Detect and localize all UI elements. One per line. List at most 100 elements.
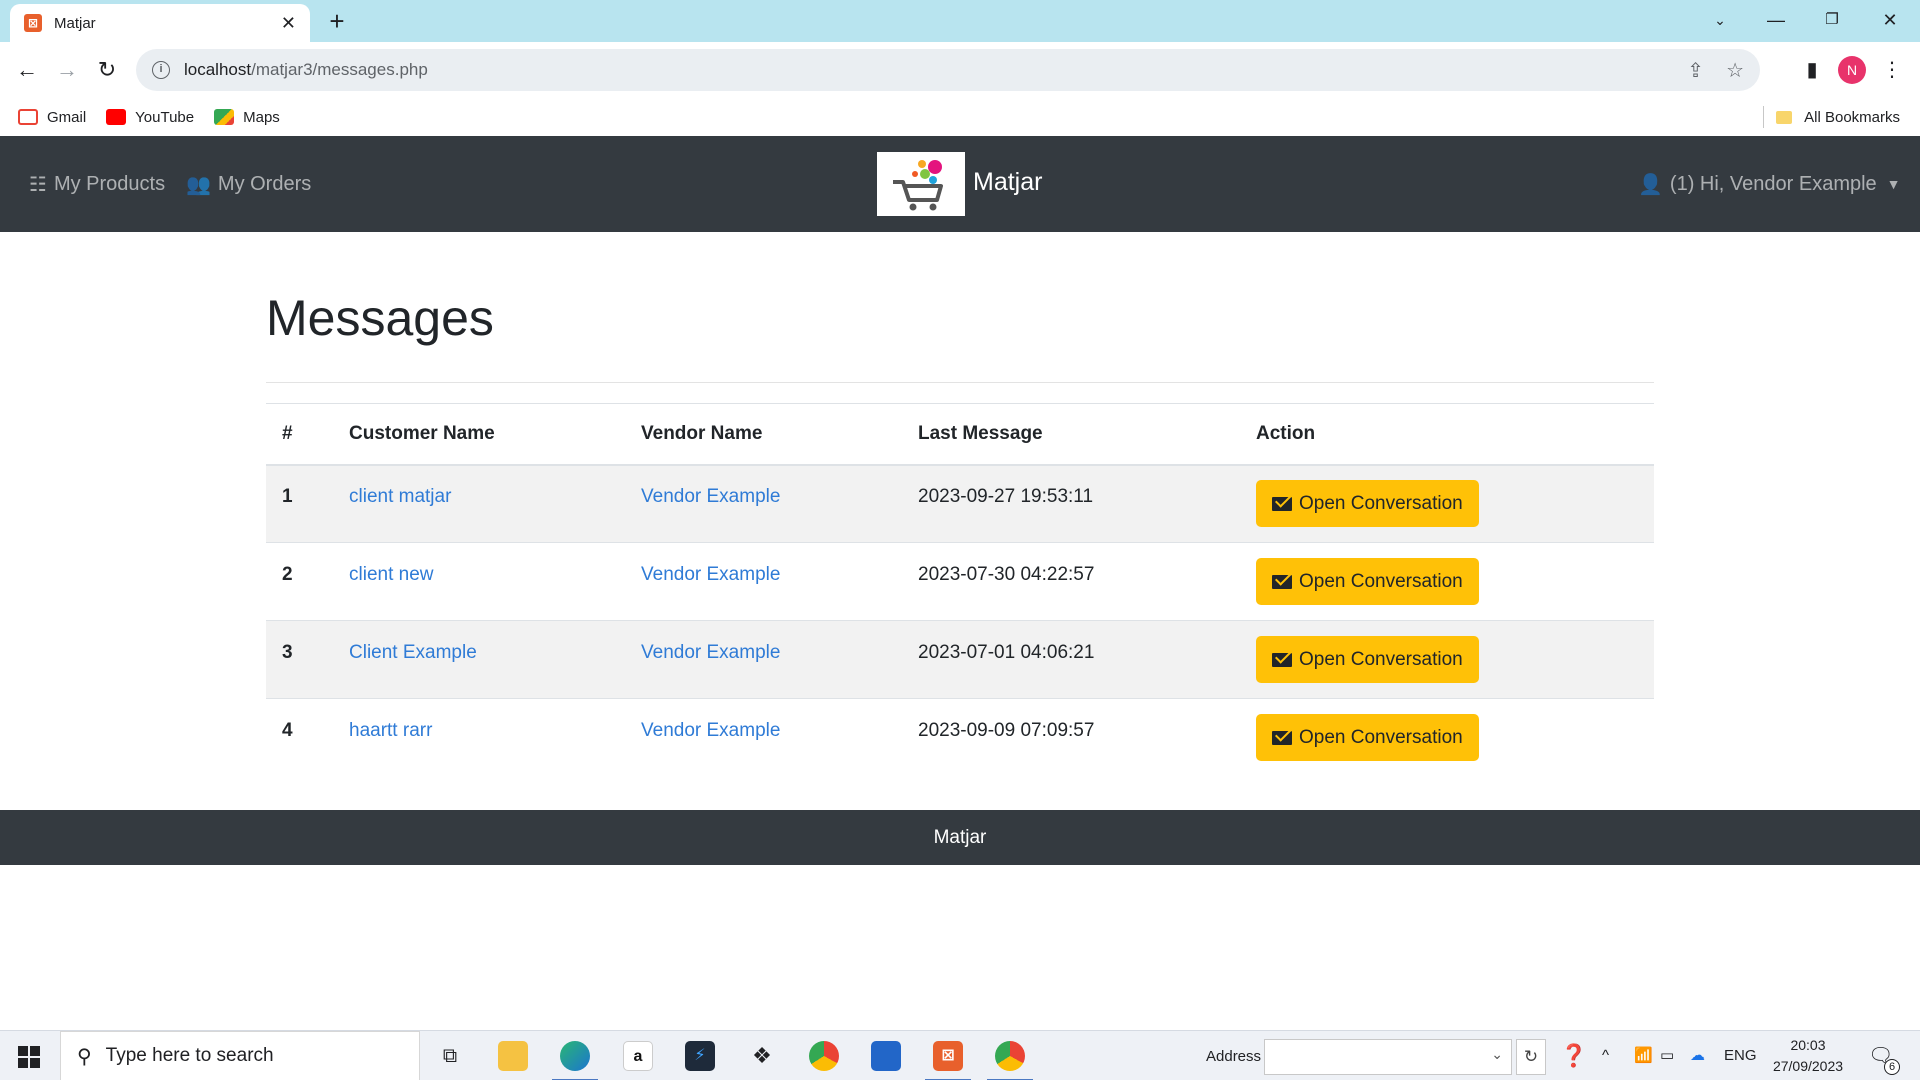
xampp-icon[interactable]: ⊠ (925, 1041, 971, 1080)
table-row: 2 client new Vendor Example 2023-07-30 0… (266, 542, 1654, 621)
messages-table: # Customer Name Vendor Name Last Message… (266, 403, 1654, 777)
powershell-icon[interactable]: ⚡ (685, 1041, 715, 1071)
help-icon[interactable]: ❓ (1560, 1031, 1587, 1080)
col-header-vendor: Vendor Name (625, 403, 902, 466)
browser-tab[interactable]: ⊠ Matjar ✕ (10, 4, 310, 42)
customer-link[interactable]: client new (349, 564, 434, 585)
gmail-icon (18, 109, 38, 125)
cart-logo-icon (877, 152, 965, 216)
vendor-link[interactable]: Vendor Example (641, 486, 780, 507)
onedrive-icon[interactable]: ☁ (1690, 1031, 1705, 1080)
row-number: 3 (282, 641, 293, 663)
nav-my-products[interactable]: ☷ My Products (29, 136, 165, 232)
dropbox-icon[interactable]: ❖ (747, 1041, 777, 1071)
tab-search-icon[interactable]: ⌄ (1692, 0, 1748, 40)
main-content: Messages # Customer Name Vendor Name Las… (266, 232, 1654, 777)
col-header-action: Action (1240, 403, 1654, 466)
nav-label: My Orders (217, 172, 312, 195)
vendor-link[interactable]: Vendor Example (641, 564, 780, 585)
last-message-time: 2023-09-27 19:53:11 (918, 485, 1094, 507)
windows-taskbar: ⚲ Type here to search ⧉ a ⚡ ❖ ⊠ Address … (0, 1030, 1920, 1080)
maps-icon (214, 109, 235, 125)
file-explorer-icon[interactable] (498, 1041, 528, 1071)
chrome-icon[interactable] (809, 1041, 839, 1071)
site-navbar: ☷ My Products 👥 My Orders Matjar 👤 (1) H… (0, 136, 1920, 232)
open-conversation-button[interactable]: Open Conversation (1256, 480, 1479, 528)
site-info-icon[interactable]: i (152, 61, 170, 79)
notification-badge: 6 (1884, 1059, 1900, 1075)
envelope-icon (1272, 730, 1292, 745)
users-icon: 👥 (186, 173, 211, 196)
row-number: 2 (282, 563, 293, 585)
table-row: 4 haartt rarr Vendor Example 2023-09-09 … (266, 698, 1654, 777)
amazon-icon[interactable]: a (623, 1041, 653, 1071)
back-icon[interactable]: ← (9, 52, 45, 88)
customer-link[interactable]: Client Example (349, 642, 477, 663)
footer-text: Matjar (933, 827, 987, 848)
wifi-icon[interactable]: 📶 (1634, 1031, 1653, 1080)
button-label: Open Conversation (1299, 570, 1463, 592)
notifications-icon[interactable]: 🗨 6 (1868, 1043, 1900, 1075)
bookmark-label: Gmail (47, 108, 87, 126)
customer-link[interactable]: client matjar (349, 486, 451, 507)
customer-link[interactable]: haartt rarr (349, 720, 432, 741)
envelope-icon (1272, 652, 1292, 667)
new-tab-button[interactable]: + (322, 6, 352, 36)
col-header-customer: Customer Name (333, 403, 625, 466)
vendor-link[interactable]: Vendor Example (641, 720, 780, 741)
col-header-number: # (266, 403, 333, 466)
windows-start-icon[interactable] (18, 1046, 40, 1068)
all-bookmarks-button[interactable]: All Bookmarks (1763, 98, 1900, 136)
show-hidden-icons-icon[interactable]: ^ (1602, 1031, 1609, 1080)
restore-icon[interactable]: ❐ (1804, 0, 1860, 40)
edge-browser-icon[interactable] (552, 1041, 598, 1080)
table-row: 3 Client Example Vendor Example 2023-07-… (266, 620, 1654, 699)
reload-icon[interactable]: ↻ (89, 52, 125, 88)
minimize-icon[interactable]: — (1748, 0, 1804, 40)
forward-icon[interactable]: → (49, 52, 85, 88)
bookmark-youtube[interactable]: YouTube (106, 109, 194, 126)
browser-toolbar: ← → ↻ i localhost/matjar3/messages.php ⇪… (0, 42, 1920, 98)
divider (1763, 106, 1765, 128)
nav-my-orders[interactable]: 👥 My Orders (186, 136, 311, 232)
menu-kebab-icon[interactable]: ⋮ (1880, 54, 1904, 86)
bookmark-star-icon[interactable]: ☆ (1726, 58, 1744, 83)
language-indicator[interactable]: ENG (1724, 1031, 1757, 1080)
chrome-profile-icon[interactable] (987, 1041, 1033, 1080)
task-view-icon[interactable]: ⧉ (435, 1041, 465, 1071)
close-tab-icon[interactable]: ✕ (281, 13, 296, 34)
youtube-icon (106, 109, 127, 125)
col-header-last-message: Last Message (902, 403, 1240, 466)
address-toolbar-input[interactable]: ⌄ (1264, 1039, 1512, 1075)
battery-icon[interactable]: ▭ (1660, 1031, 1674, 1080)
user-menu-dropdown[interactable]: 👤 (1) Hi, Vendor Example ▼ (1638, 136, 1901, 232)
store-icon[interactable] (871, 1041, 901, 1071)
bookmark-label: YouTube (135, 108, 195, 126)
open-conversation-button[interactable]: Open Conversation (1256, 636, 1479, 683)
bookmark-maps[interactable]: Maps (214, 109, 280, 126)
close-window-icon[interactable]: ✕ (1862, 0, 1918, 40)
last-message-time: 2023-07-01 04:06:21 (918, 641, 1095, 663)
side-panel-icon[interactable]: ▮ (1798, 54, 1826, 86)
xampp-favicon-icon: ⊠ (24, 14, 42, 32)
search-placeholder: Type here to search (105, 1045, 274, 1066)
taskbar-search-box[interactable]: ⚲ Type here to search (60, 1031, 420, 1080)
grid-list-icon: ☷ (29, 173, 47, 196)
chevron-down-icon[interactable]: ⌄ (1491, 1046, 1503, 1063)
brand-link[interactable]: Matjar (877, 152, 1042, 216)
share-icon[interactable]: ⇪ (1687, 58, 1704, 83)
row-number: 1 (282, 485, 293, 507)
open-conversation-button[interactable]: Open Conversation (1256, 714, 1479, 762)
url-text[interactable]: localhost/matjar3/messages.php (184, 60, 1665, 80)
address-toolbar-label: Address (1206, 1048, 1262, 1065)
address-refresh-icon[interactable]: ↻ (1516, 1039, 1546, 1075)
profile-avatar[interactable]: N (1838, 54, 1866, 86)
open-conversation-button[interactable]: Open Conversation (1256, 558, 1479, 605)
site-footer: Matjar (0, 810, 1920, 865)
bookmarks-bar: Gmail YouTube Maps All Bookmarks (0, 98, 1920, 136)
all-bookmarks-label: All Bookmarks (1804, 108, 1900, 126)
vendor-link[interactable]: Vendor Example (641, 642, 780, 663)
bookmark-gmail[interactable]: Gmail (18, 109, 86, 126)
system-clock[interactable]: 20:03 27/09/2023 (1764, 1035, 1852, 1077)
address-bar[interactable]: i localhost/matjar3/messages.php ⇪ ☆ (136, 49, 1760, 91)
